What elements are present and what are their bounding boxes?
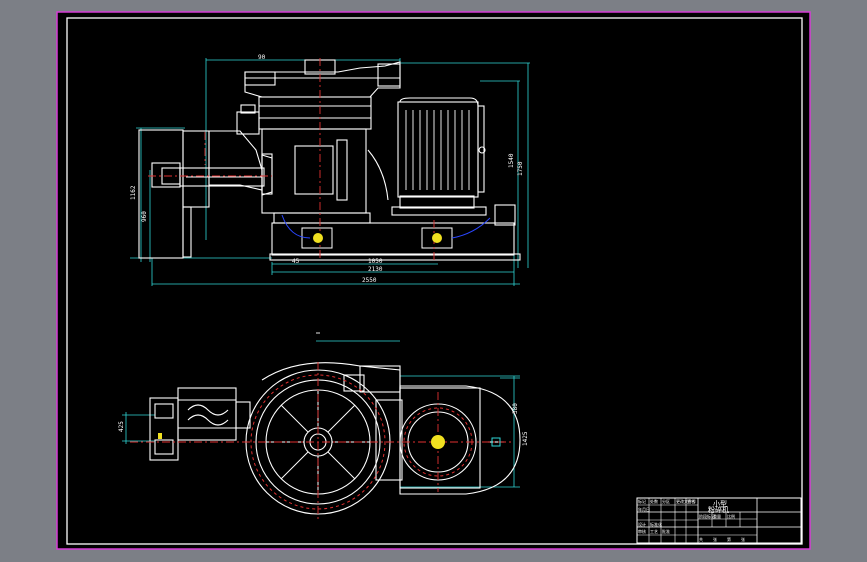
dim-base-left: 45 xyxy=(292,258,300,265)
dim-base-mid: 1050 xyxy=(368,258,383,265)
title-block-cell: 张 xyxy=(741,536,745,542)
dim-left-lower: 960 xyxy=(141,211,148,222)
title-block-cell: 重量 xyxy=(713,513,721,519)
title-block-cell: 签名 xyxy=(687,498,695,504)
dim-inner-height: 1540 xyxy=(508,153,515,168)
title-block-cell: 批准 xyxy=(662,528,670,534)
title-block-cell: 张 xyxy=(713,536,717,542)
dim-overall-length: 2550 xyxy=(362,277,377,284)
title-block-cell: 比例 xyxy=(727,513,735,519)
sheet-border xyxy=(56,11,811,550)
dim-left-offset: 425 xyxy=(118,421,125,432)
title-block-cell: 分区 xyxy=(662,498,670,504)
title-line-2: 粉碎机 xyxy=(708,505,729,514)
title-block-cell: 第 xyxy=(727,536,731,542)
dim-right-total: 1425 xyxy=(522,431,529,446)
title-block-cell: 处数 xyxy=(650,498,658,504)
dim-base-total: 2130 xyxy=(368,266,383,273)
cad-viewport[interactable]: 90 1750 1540 1162 960 45 1050 2130 2550 xyxy=(0,0,867,562)
dim-top-width: 90 xyxy=(258,54,266,61)
dim-overall-height: 1750 xyxy=(517,161,524,176)
title-block-cell: 工艺 xyxy=(650,529,658,534)
title-block-cell: 共 xyxy=(699,536,703,542)
dim-right-upper: 380 xyxy=(512,403,519,414)
drawing-sheet: 90 1750 1540 1162 960 45 1050 2130 2550 xyxy=(56,11,811,550)
title-block-cell: 设计 xyxy=(638,521,646,527)
title-block-cell: 标记 xyxy=(638,498,646,504)
title-block-cell: 审核 xyxy=(638,528,646,534)
title-block-cell: 年月日 xyxy=(638,506,650,512)
title-block-cell: 标准化 xyxy=(650,521,662,527)
dim-left-height: 1162 xyxy=(130,185,137,200)
